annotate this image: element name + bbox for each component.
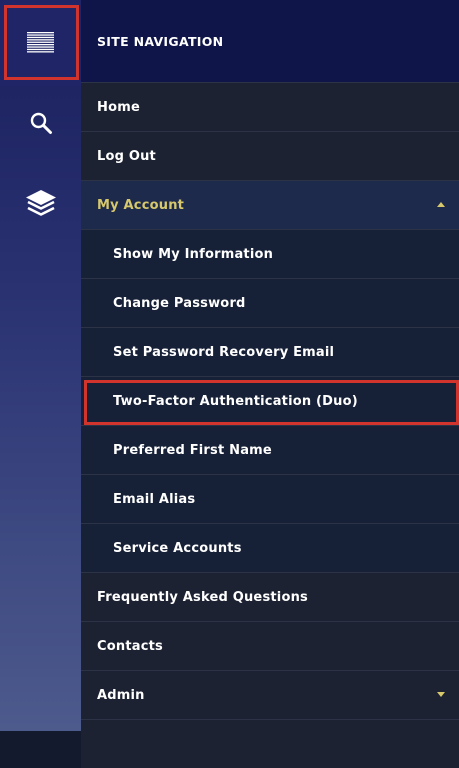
search-icon xyxy=(30,112,52,134)
caret-down-icon xyxy=(437,692,445,697)
nav-item-label: Service Accounts xyxy=(113,540,242,556)
icon-rail xyxy=(0,0,81,731)
nav-subitem-change-password[interactable]: Change Password xyxy=(81,278,459,327)
nav-subitem-service-accounts[interactable]: Service Accounts xyxy=(81,523,459,572)
nav-subitem-preferred-first-name[interactable]: Preferred First Name xyxy=(81,425,459,474)
nav-item-label: Admin xyxy=(97,687,145,703)
nav-subitem-two-factor-authentication[interactable]: Two-Factor Authentication (Duo) xyxy=(81,376,459,425)
nav-item-label: Frequently Asked Questions xyxy=(97,589,308,605)
nav-item-label: Log Out xyxy=(97,148,156,164)
nav-item-more[interactable] xyxy=(81,719,459,768)
site-navigation-panel: SITE NAVIGATION Home Log Out My Account … xyxy=(81,0,459,768)
nav-item-label: Show My Information xyxy=(113,246,274,262)
nav-item-log-out[interactable]: Log Out xyxy=(81,131,459,180)
search-button[interactable] xyxy=(0,98,81,148)
nav-item-admin[interactable]: Admin xyxy=(81,670,459,719)
nav-subitem-email-alias[interactable]: Email Alias xyxy=(81,474,459,523)
nav-item-label: Contacts xyxy=(97,638,163,654)
nav-item-label: Preferred First Name xyxy=(113,442,272,458)
nav-item-label: My Account xyxy=(97,197,185,213)
nav-subitem-show-my-information[interactable]: Show My Information xyxy=(81,229,459,278)
nav-item-label: Home xyxy=(97,99,140,115)
nav-item-label: Two-Factor Authentication (Duo) xyxy=(113,393,358,409)
nav-item-faq[interactable]: Frequently Asked Questions xyxy=(81,572,459,621)
panel-title: SITE NAVIGATION xyxy=(97,34,224,49)
nav-item-contacts[interactable]: Contacts xyxy=(81,621,459,670)
nav-item-label: Email Alias xyxy=(113,491,196,507)
caret-up-icon xyxy=(437,202,445,207)
highlight-box xyxy=(4,5,79,80)
layers-icon xyxy=(25,190,56,216)
nav-subitem-recovery-email[interactable]: Set Password Recovery Email xyxy=(81,327,459,376)
nav-item-label: Change Password xyxy=(113,295,246,311)
nav-item-my-account[interactable]: My Account xyxy=(81,180,459,229)
panel-header: SITE NAVIGATION xyxy=(81,0,459,82)
nav-item-home[interactable]: Home xyxy=(81,82,459,131)
menu-toggle-button[interactable] xyxy=(0,0,81,86)
layers-button[interactable] xyxy=(0,178,81,228)
nav-item-label: Set Password Recovery Email xyxy=(113,344,335,360)
